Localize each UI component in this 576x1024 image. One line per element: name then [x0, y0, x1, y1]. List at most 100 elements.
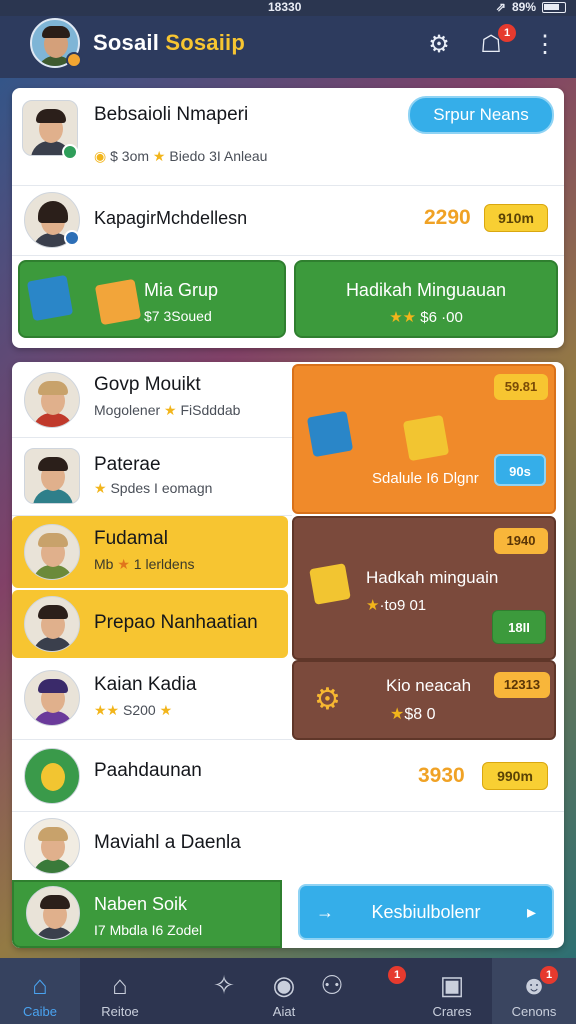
avatar [24, 524, 80, 580]
people-icon: ⚇ [320, 970, 344, 1000]
status-time: 18330 [268, 0, 302, 14]
contact-meta: Mb ★ 1 lerldens [94, 556, 195, 573]
reward-card[interactable]: Hadikah Minguauan ★★ $6 ·00 [294, 260, 558, 338]
star-icon: ★ [390, 706, 405, 723]
tile-tag: 1940 [494, 528, 548, 554]
contact-name: Paahdaunan [94, 760, 202, 781]
action-button[interactable]: Srpur Neans [408, 96, 554, 134]
contact-name: Govp Mouikt [94, 374, 201, 395]
contact-name: Fudamal [94, 528, 168, 549]
meta-text-2: FiSdddab [180, 402, 241, 418]
star-icon: ★ [366, 597, 380, 614]
list-item[interactable]: Maviahl a Daenla [12, 812, 564, 880]
contact-name: KapagirMchdellesn [94, 208, 248, 228]
avatar [24, 448, 80, 504]
list-item[interactable]: Kaian Kadia ★★ S200 ★ [12, 660, 292, 740]
contact-name: Bebsaioli Nmaperi [94, 104, 249, 125]
status-right: ⇗ 89% [496, 0, 566, 14]
tile-button[interactable]: 90s [494, 454, 546, 486]
tile-sub: ★·to9 01 [366, 596, 426, 614]
kebab-menu-icon[interactable]: ⋮ [530, 30, 560, 60]
tile-title: Hadkah minguain [366, 568, 499, 587]
avatar [24, 596, 80, 652]
box-icon [306, 410, 354, 458]
group-card[interactable]: Mia Grup $7 3Soued [18, 260, 286, 338]
main-panel: Govp Mouikt Mogolener ★ FiSdddab Paterae… [12, 362, 564, 948]
meta-text: Mogolener [94, 402, 161, 418]
box-icon [26, 274, 74, 322]
sparkle-icon: ✧ [213, 970, 235, 1000]
tile-tag: 59.81 [494, 374, 548, 400]
nav-label: Crares [432, 1004, 472, 1019]
star-icon: ★ [164, 402, 177, 418]
meta-coin: $ 3om [110, 148, 150, 164]
avatar [24, 748, 80, 804]
arrow-right-icon: → [316, 902, 334, 922]
envelope-icon [309, 563, 351, 605]
primary-action-button[interactable]: → Kesbiulbolenr ▸ [298, 884, 554, 940]
nav-item-caibe[interactable]: ⌂ Caibe [0, 958, 80, 1024]
card-title: Mia Grup [144, 280, 219, 300]
nav-label: Reitoe [101, 1004, 139, 1019]
status-badge [62, 144, 78, 160]
contact-name: Maviahl a Daenla [94, 832, 241, 853]
star-icon: ★ [152, 148, 166, 164]
star-icon: ★ [159, 702, 173, 718]
contact-meta: ◉ $ 3om ★ Biedo 3I Anleau [94, 148, 267, 165]
top-panel: Bebsaioli Nmaperi ◉ $ 3om ★ Biedo 3I Anl… [12, 88, 564, 348]
nav-item-people[interactable]: ⚇ [292, 958, 372, 1024]
reward-tile[interactable]: 1940 Hadkah minguain ★·to9 01 18II [292, 516, 556, 660]
avatar [24, 670, 80, 726]
promo-tile[interactable]: 59.81 Sdalule I6 Dlgnr 90s [292, 364, 556, 514]
list-item[interactable]: Govp Mouikt Mogolener ★ FiSdddab [12, 362, 292, 438]
score-value: 2290 [424, 206, 471, 229]
score-pill: 990m [482, 762, 548, 790]
list-item[interactable]: Paahdaunan 3930 990m [12, 740, 564, 812]
avatar-badge [66, 52, 82, 68]
chat-icon: ▣ [439, 970, 465, 1000]
card-title: Naben Soik [94, 894, 188, 914]
app-title-main: Sosail [93, 30, 166, 55]
list-item[interactable]: Paterae ★ Spdes I eomagn [12, 438, 292, 516]
signal-icon: ⇗ [495, 0, 506, 14]
tile-label: Sdalule I6 Dlgnr [372, 470, 479, 487]
tile-title: Kio neacah [386, 676, 472, 695]
notification-badge: 1 [498, 24, 516, 42]
star-icon: ★ [94, 480, 107, 496]
battery-text: 89% [511, 0, 536, 14]
contact-meta: Mogolener ★ FiSdddab [94, 402, 240, 419]
list-item[interactable]: KapagirMchdellesn 2290 910m [12, 186, 564, 256]
gear-icon: ⚙ [314, 683, 341, 716]
button-label: Kesbiulbolenr [371, 902, 481, 922]
list-item[interactable]: Bebsaioli Nmaperi ◉ $ 3om ★ Biedo 3I Anl… [12, 88, 564, 186]
avatar [24, 818, 80, 874]
nav-label: Cenons [511, 1004, 557, 1019]
card-title: Hadikah Minguauan [345, 280, 507, 300]
meta-text-2: 1 lerldens [133, 556, 195, 572]
score-value: 3930 [418, 764, 465, 787]
gear-icon[interactable]: ⚙ [424, 30, 454, 60]
list-item[interactable]: Prepao Nanhaatian [12, 590, 288, 658]
play-icon: ▸ [526, 902, 536, 922]
tile-button[interactable]: 18II [492, 610, 546, 644]
tile-tag: 12313 [494, 672, 550, 698]
group-card[interactable]: Naben Soik I7 Mbdla I6 Zodel [12, 880, 282, 948]
star-icon: ★★ [389, 309, 417, 326]
nav-item-reitoe[interactable]: ⌂ Reitoe [80, 958, 160, 1024]
contact-name: Paterae [94, 454, 161, 475]
nav-label: Caibe [23, 1004, 57, 1019]
card-sub: I7 Mbdla I6 Zodel [94, 922, 203, 938]
nav-item-crares[interactable]: ▣ Crares [412, 958, 492, 1024]
house-icon: ⌂ [112, 970, 128, 1000]
app-title-accent: Sosaiip [165, 30, 245, 55]
reward-tile[interactable]: ⚙ Kio neacah ★$8 0 12313 [292, 660, 556, 740]
meta-text: Biedo 3I Anleau [169, 148, 268, 164]
status-badge [64, 230, 80, 246]
meta-text: Mb [94, 556, 114, 572]
avatar [24, 372, 80, 428]
meta-text: Spdes I eomagn [110, 480, 213, 496]
contact-meta: ★ Spdes I eomagn [94, 480, 212, 497]
list-item[interactable]: Fudamal Mb ★ 1 lerldens [12, 516, 288, 588]
contact-name: Kaian Kadia [94, 674, 197, 695]
nav-item-cenons[interactable]: ☻ Cenons [492, 958, 576, 1024]
